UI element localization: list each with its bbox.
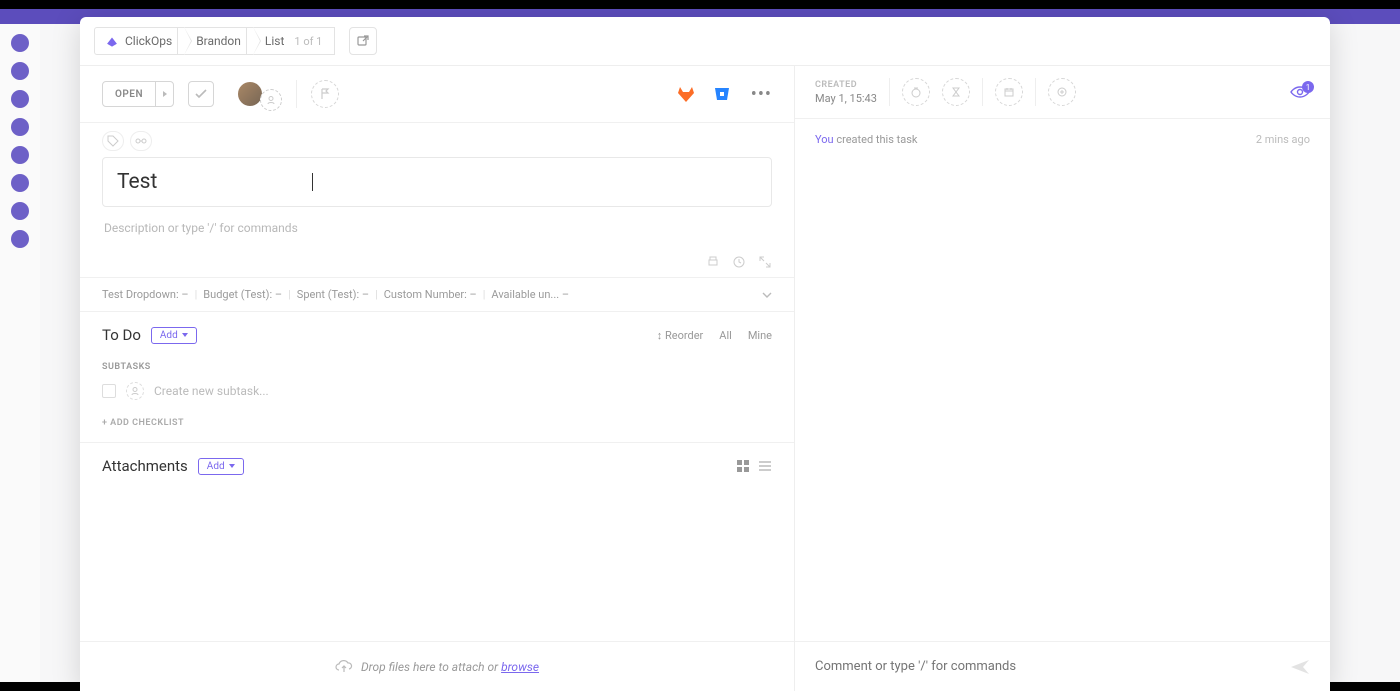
upload-icon bbox=[335, 660, 353, 674]
browse-link[interactable]: browse bbox=[501, 660, 539, 674]
text-cursor-icon bbox=[312, 173, 313, 191]
subtask-checkbox[interactable] bbox=[102, 384, 116, 398]
watchers-button[interactable]: 1 bbox=[1290, 85, 1310, 99]
custom-fields-row[interactable]: Test Dropdown: –| Budget (Test): –| Spen… bbox=[80, 277, 794, 312]
view-grid-button[interactable] bbox=[736, 459, 750, 473]
activity-feed: You created this task 2 mins ago bbox=[795, 119, 1330, 641]
task-title-input[interactable] bbox=[102, 157, 772, 207]
history-icon[interactable] bbox=[732, 255, 746, 269]
mark-complete-button[interactable] bbox=[188, 81, 214, 107]
due-date-button[interactable] bbox=[995, 78, 1023, 106]
tag-button[interactable] bbox=[102, 131, 124, 151]
comment-input[interactable] bbox=[815, 659, 1290, 674]
created-value: May 1, 15:43 bbox=[815, 92, 877, 105]
priority-button[interactable] bbox=[311, 80, 339, 108]
clickup-logo-icon bbox=[105, 34, 119, 48]
add-checklist-button[interactable]: + ADD CHECKLIST bbox=[102, 418, 772, 428]
breadcrumb: ClickOps Brandon List 1 of 1 bbox=[80, 17, 1330, 65]
sprint-points-button[interactable] bbox=[1048, 78, 1076, 106]
gitlab-icon[interactable] bbox=[675, 83, 697, 105]
subtask-assignee-button[interactable] bbox=[126, 382, 144, 400]
bitbucket-icon[interactable] bbox=[711, 83, 733, 105]
attachment-dropzone[interactable]: Drop files here to attach or browse bbox=[80, 641, 794, 691]
expand-icon[interactable] bbox=[758, 255, 772, 269]
add-assignee-button[interactable] bbox=[260, 89, 282, 111]
todo-add-button[interactable]: Add bbox=[151, 327, 197, 344]
print-icon[interactable] bbox=[706, 255, 720, 269]
reorder-button[interactable]: ↕ Reorder bbox=[657, 329, 704, 342]
send-comment-button[interactable] bbox=[1290, 659, 1310, 675]
status-button[interactable]: OPEN bbox=[102, 81, 174, 107]
breadcrumb-workspace[interactable]: ClickOps bbox=[94, 27, 185, 55]
filter-mine[interactable]: Mine bbox=[748, 329, 772, 342]
created-label: CREATED bbox=[815, 80, 877, 90]
attachments-title: Attachments bbox=[102, 457, 188, 475]
todo-title: To Do bbox=[102, 326, 141, 344]
time-tracked-button[interactable] bbox=[902, 78, 930, 106]
subtasks-label: SUBTASKS bbox=[102, 362, 772, 372]
view-list-button[interactable] bbox=[758, 459, 772, 473]
caret-right-icon bbox=[155, 82, 173, 106]
chevron-down-icon[interactable] bbox=[762, 292, 772, 298]
time-estimate-button[interactable] bbox=[942, 78, 970, 106]
filter-all[interactable]: All bbox=[719, 329, 732, 342]
description-input[interactable]: Description or type '/' for commands bbox=[102, 207, 772, 277]
dependency-button[interactable] bbox=[130, 131, 152, 151]
attachments-add-button[interactable]: Add bbox=[198, 458, 244, 475]
new-subtask-input[interactable]: Create new subtask... bbox=[154, 384, 269, 398]
more-menu-button[interactable]: ••• bbox=[747, 84, 776, 105]
open-external-button[interactable] bbox=[349, 27, 377, 55]
